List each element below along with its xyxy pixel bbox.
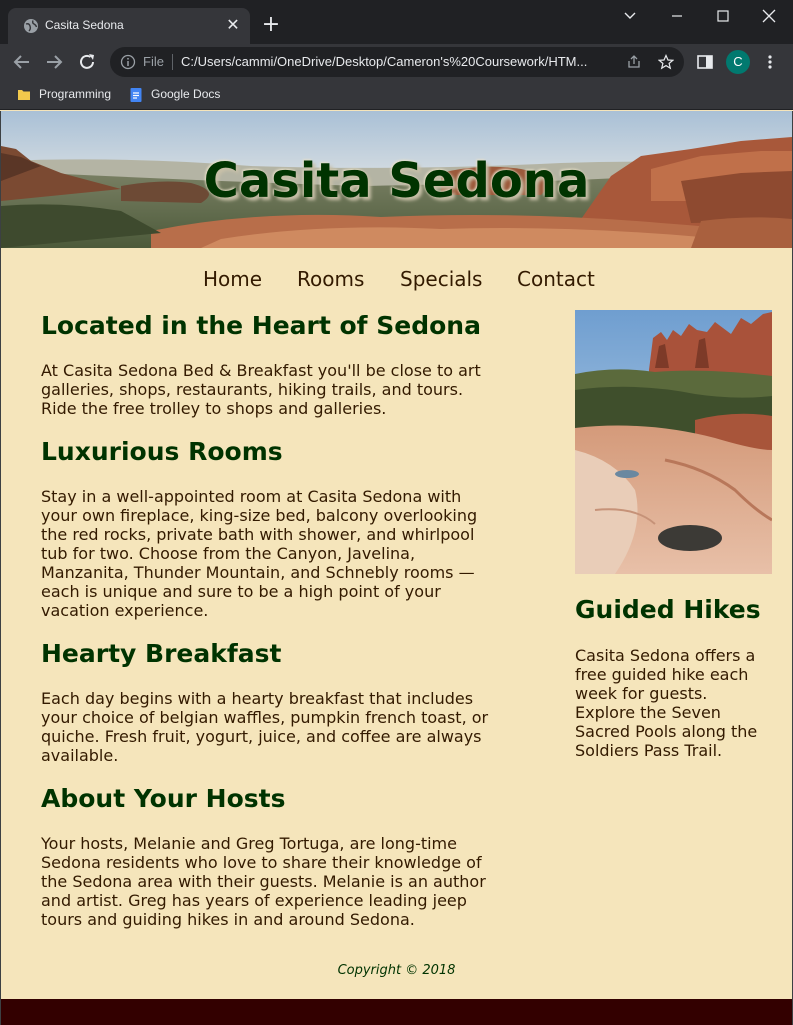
aside-heading-hikes: Guided Hikes: [575, 595, 761, 624]
section-body-rooms: Stay in a well-appointed room at Casita …: [41, 487, 478, 620]
browser-titlebar: Casita Sedona ✕ +: [0, 0, 793, 44]
hero-banner: Casita Sedona: [1, 111, 792, 248]
section-heading-hosts: About Your Hosts: [41, 784, 286, 813]
reload-icon[interactable]: [75, 50, 99, 74]
close-tab-icon[interactable]: ✕: [224, 16, 242, 34]
globe-icon: [24, 19, 38, 33]
side-panel-icon[interactable]: [696, 53, 714, 71]
url-text[interactable]: C:/Users/cammi/OneDrive/Desktop/Cameron'…: [181, 54, 621, 69]
section-heading-breakfast: Hearty Breakfast: [41, 639, 282, 668]
google-docs-icon: [130, 88, 142, 102]
nav-link-contact[interactable]: Contact: [517, 267, 595, 291]
aside-body-hikes: Casita Sedona offers a free guided hike …: [575, 646, 758, 760]
info-icon[interactable]: [120, 54, 136, 70]
profile-avatar[interactable]: C: [726, 50, 750, 74]
main-nav: Home Rooms Specials Contact: [1, 267, 792, 295]
bookmark-label: Programming: [39, 87, 112, 101]
folder-icon: [18, 90, 30, 100]
bookmark-star-icon[interactable]: [658, 54, 674, 70]
section-body-hosts: Your hosts, Melanie and Greg Tortuga, ar…: [41, 834, 486, 929]
maximize-icon[interactable]: [708, 4, 738, 28]
browser-tab[interactable]: Casita Sedona ✕: [8, 8, 250, 44]
more-menu-icon[interactable]: [761, 53, 779, 71]
share-icon[interactable]: [626, 54, 642, 70]
bookmark-google-docs[interactable]: Google Docs: [128, 85, 228, 105]
forward-arrow-icon[interactable]: [42, 50, 66, 74]
tab-title: Casita Sedona: [45, 18, 124, 32]
back-arrow-icon[interactable]: [10, 50, 34, 74]
nav-link-specials[interactable]: Specials: [400, 267, 482, 291]
url-scheme-label: File: [143, 54, 164, 69]
section-body-location: At Casita Sedona Bed & Breakfast you'll …: [41, 361, 481, 418]
seven-sacred-pools-photo: [575, 310, 772, 574]
site-title: Casita Sedona: [203, 153, 590, 209]
page-bottom-bar: [1, 999, 792, 1025]
section-heading-rooms: Luxurious Rooms: [41, 437, 283, 466]
section-body-breakfast: Each day begins with a hearty breakfast …: [41, 689, 489, 765]
nav-link-home[interactable]: Home: [203, 267, 262, 291]
section-heading-location: Located in the Heart of Sedona: [41, 311, 481, 340]
page-viewport: Casita Sedona Home Rooms Specials Contac…: [1, 111, 792, 1025]
bookmark-programming[interactable]: Programming: [16, 85, 116, 105]
minimize-icon[interactable]: [662, 4, 692, 28]
tab-search-icon[interactable]: [615, 4, 645, 28]
omnibox-divider: [172, 54, 173, 70]
new-tab-button[interactable]: +: [260, 14, 282, 36]
page-footer: Copyright © 2018: [337, 963, 456, 978]
bookmarks-bar: Programming Google Docs: [0, 80, 793, 110]
close-window-icon[interactable]: [754, 4, 784, 28]
browser-toolbar: File C:/Users/cammi/OneDrive/Desktop/Cam…: [0, 44, 793, 80]
bookmark-label: Google Docs: [151, 87, 221, 101]
nav-link-rooms[interactable]: Rooms: [297, 267, 364, 291]
address-bar[interactable]: File C:/Users/cammi/OneDrive/Desktop/Cam…: [110, 47, 684, 77]
